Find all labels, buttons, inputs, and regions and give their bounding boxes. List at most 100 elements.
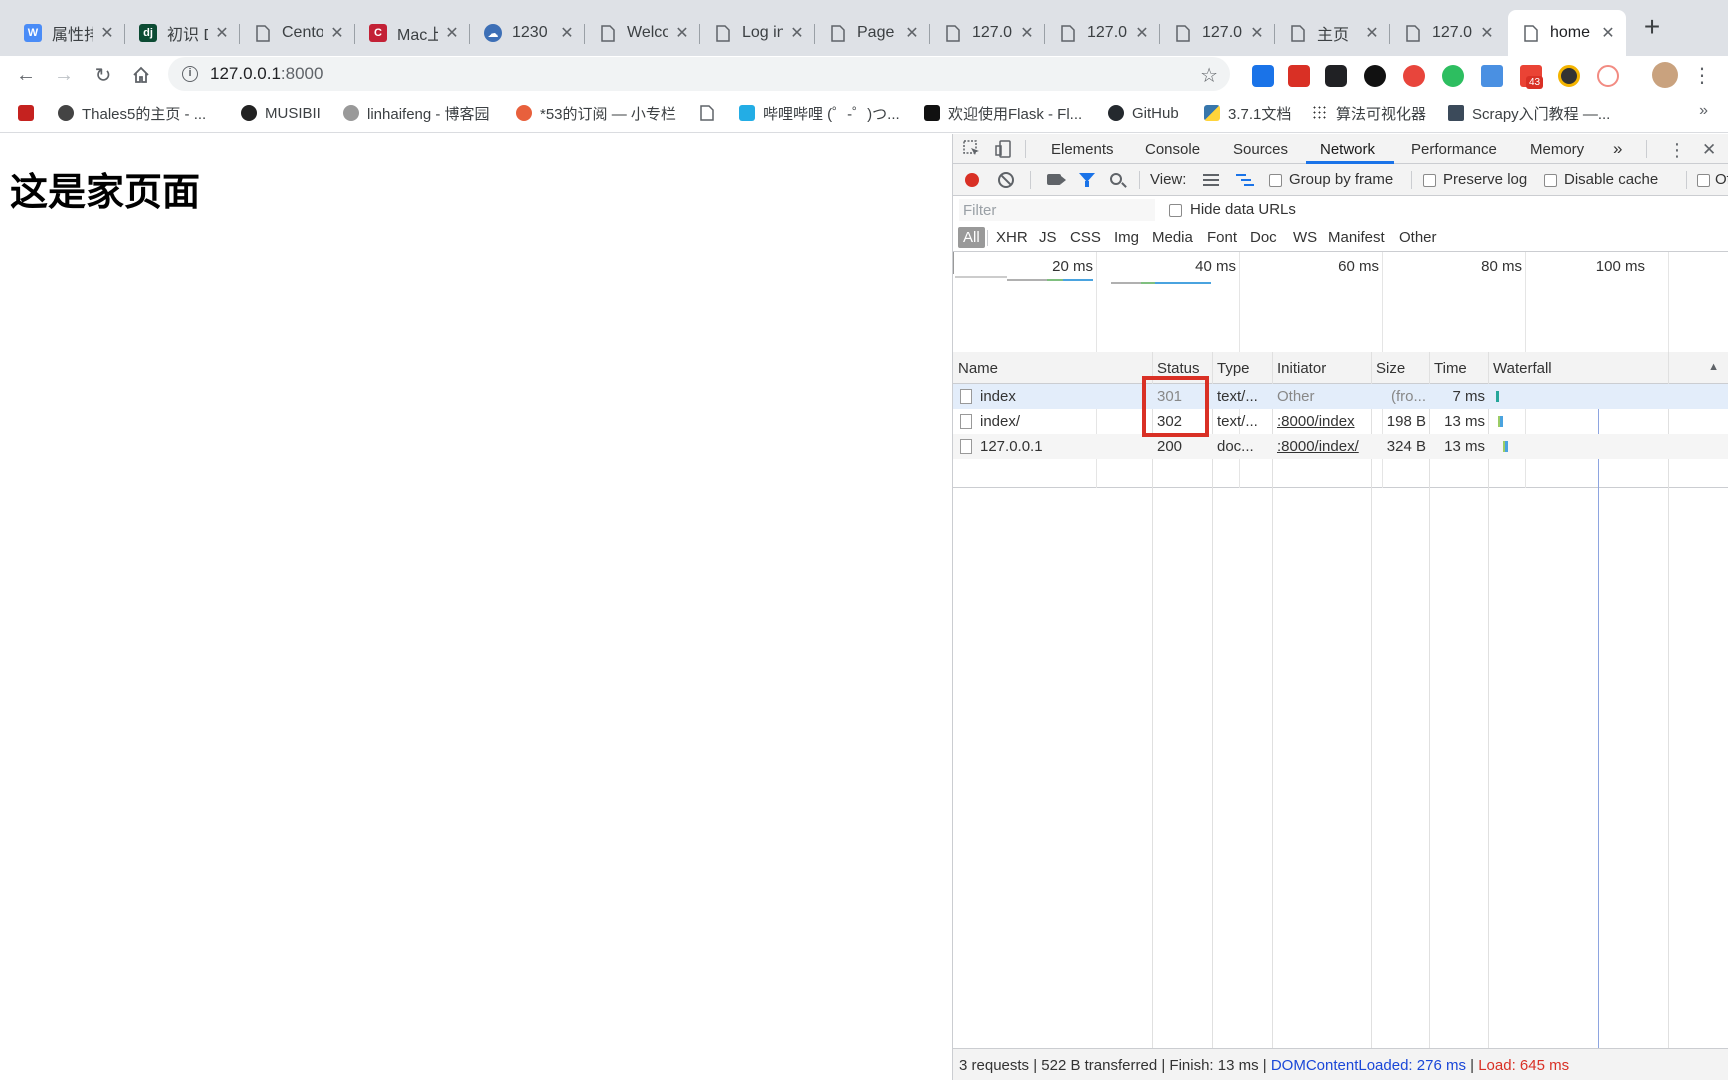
extension-shield-icon[interactable] xyxy=(1252,65,1274,87)
bookmark-item[interactable]: Scrapy入门教程 —... xyxy=(1448,102,1610,124)
group-by-frame-checkbox[interactable] xyxy=(1269,174,1282,187)
bookmark-item[interactable]: MUSIBII xyxy=(241,102,321,124)
table-row[interactable]: index/ 302 text/... :8000/index 198 B 13… xyxy=(953,409,1728,434)
devtools-tab-network[interactable]: Network xyxy=(1320,141,1375,158)
close-icon[interactable]: ✕ xyxy=(1019,23,1035,43)
close-icon[interactable]: ✕ xyxy=(1134,23,1150,43)
devtools-close-icon[interactable]: ✕ xyxy=(1702,140,1716,160)
bookmark-item[interactable]: 欢迎使用Flask - Fl... xyxy=(924,102,1082,124)
close-icon[interactable]: ✕ xyxy=(789,23,805,43)
bookmark-item[interactable]: GitHub xyxy=(1108,102,1179,124)
column-header-initiator[interactable]: Initiator xyxy=(1272,352,1371,384)
tab-0[interactable]: W 属性排 ✕ xyxy=(10,10,125,56)
filter-js[interactable]: JS xyxy=(1039,229,1057,246)
column-header-size[interactable]: Size xyxy=(1371,352,1429,384)
back-button[interactable]: ← xyxy=(12,61,40,89)
devtools-tab-elements[interactable]: Elements xyxy=(1051,141,1114,158)
search-icon[interactable] xyxy=(1110,173,1122,185)
bookmark-apps[interactable] xyxy=(18,102,42,124)
tab-7[interactable]: Page ✕ xyxy=(815,10,930,56)
close-icon[interactable]: ✕ xyxy=(329,23,345,43)
filter-input[interactable] xyxy=(959,199,1155,221)
close-icon[interactable]: ✕ xyxy=(559,23,575,43)
column-header-waterfall[interactable]: Waterfall ▲ xyxy=(1488,352,1728,384)
extension-circle-icon[interactable] xyxy=(1364,65,1386,87)
filter-xhr[interactable]: XHR xyxy=(996,229,1028,246)
close-icon[interactable]: ✕ xyxy=(1364,23,1380,43)
filter-doc[interactable]: Doc xyxy=(1250,229,1277,246)
devtools-more-tabs-button[interactable]: » xyxy=(1613,139,1622,159)
close-icon[interactable]: ✕ xyxy=(674,23,690,43)
request-initiator[interactable]: :8000/index/ xyxy=(1277,438,1369,455)
tab-8[interactable]: 127.0. ✕ xyxy=(930,10,1045,56)
avatar[interactable] xyxy=(1652,62,1678,88)
devtools-menu-icon[interactable]: ⋮ xyxy=(1668,140,1686,161)
clear-icon[interactable] xyxy=(998,172,1014,188)
request-initiator[interactable]: :8000/index xyxy=(1277,413,1369,430)
column-header-time[interactable]: Time xyxy=(1429,352,1488,384)
forward-button[interactable]: → xyxy=(50,61,78,89)
column-header-type[interactable]: Type xyxy=(1212,352,1272,384)
extension-dots-icon[interactable] xyxy=(1288,65,1310,87)
reload-button[interactable]: ↻ xyxy=(89,61,117,89)
bookmark-item[interactable]: 3.7.1文档 xyxy=(1204,102,1291,124)
filter-all[interactable]: All xyxy=(958,227,985,248)
bookmarks-overflow-button[interactable]: » xyxy=(1699,102,1708,120)
overview-icon[interactable] xyxy=(1236,174,1254,186)
extension-adblock-icon[interactable] xyxy=(1403,65,1425,87)
tab-13-active[interactable]: home ✕ xyxy=(1508,10,1626,56)
filter-other[interactable]: Other xyxy=(1399,229,1437,246)
inspect-element-icon[interactable] xyxy=(963,140,981,163)
devtools-tab-sources[interactable]: Sources xyxy=(1233,141,1288,158)
extension-cloud-icon[interactable] xyxy=(1597,65,1619,87)
capture-screenshots-icon[interactable] xyxy=(1047,174,1066,185)
sort-ascending-icon[interactable]: ▲ xyxy=(1708,361,1719,373)
tab-2[interactable]: Cento ✕ xyxy=(240,10,355,56)
menu-button[interactable]: ⋮ xyxy=(1688,61,1716,89)
devtools-tab-memory[interactable]: Memory xyxy=(1530,141,1584,158)
close-icon[interactable]: ✕ xyxy=(904,23,920,43)
tab-6[interactable]: Log in ✕ xyxy=(700,10,815,56)
close-icon[interactable]: ✕ xyxy=(99,23,115,43)
tab-11[interactable]: 主页 ✕ xyxy=(1275,10,1390,56)
extension-plane-icon[interactable] xyxy=(1481,65,1503,87)
bookmark-item[interactable]: linhaifeng - 博客园 xyxy=(343,102,490,124)
disable-cache-checkbox[interactable] xyxy=(1544,174,1557,187)
tab-1[interactable]: dj 初识 D ✕ xyxy=(125,10,240,56)
filter-img[interactable]: Img xyxy=(1114,229,1139,246)
new-tab-button[interactable]: + xyxy=(1638,13,1666,42)
close-icon[interactable]: ✕ xyxy=(1249,23,1265,43)
filter-icon[interactable] xyxy=(1079,173,1095,187)
offline-checkbox[interactable] xyxy=(1697,174,1710,187)
bookmark-star-icon[interactable]: ☆ xyxy=(1200,63,1218,88)
tab-9[interactable]: 127.0. ✕ xyxy=(1045,10,1160,56)
filter-font[interactable]: Font xyxy=(1207,229,1237,246)
info-icon[interactable]: i xyxy=(182,66,198,82)
table-row[interactable]: 127.0.0.1 200 doc... :8000/index/ 324 B … xyxy=(953,434,1728,459)
column-header-name[interactable]: Name xyxy=(953,352,1152,384)
devtools-tab-console[interactable]: Console xyxy=(1145,141,1200,158)
tab-5[interactable]: Welco ✕ xyxy=(585,10,700,56)
close-icon[interactable]: ✕ xyxy=(1600,23,1616,43)
record-icon[interactable] xyxy=(965,173,979,187)
devtools-tab-performance[interactable]: Performance xyxy=(1411,141,1497,158)
bookmark-item[interactable] xyxy=(700,102,724,124)
home-button[interactable] xyxy=(127,61,155,89)
bookmark-item[interactable]: 算法可视化器 xyxy=(1312,102,1426,124)
tab-4[interactable]: ☁ 1230 ✕ xyxy=(470,10,585,56)
device-toolbar-icon[interactable] xyxy=(995,140,1013,163)
extension-evernote-icon[interactable] xyxy=(1442,65,1464,87)
bookmark-item[interactable]: 哔哩哔哩 (゜-゜)つ... xyxy=(739,102,900,124)
filter-manifest[interactable]: Manifest xyxy=(1328,229,1385,246)
large-rows-icon[interactable] xyxy=(1203,174,1219,186)
tab-10[interactable]: 127.0. ✕ xyxy=(1160,10,1275,56)
hide-data-urls-checkbox[interactable] xyxy=(1169,204,1182,217)
tab-3[interactable]: C Mac上 ✕ xyxy=(355,10,470,56)
filter-css[interactable]: CSS xyxy=(1070,229,1101,246)
extension-glasses-icon[interactable] xyxy=(1325,65,1347,87)
address-bar[interactable]: i 127.0.0.1:8000 ☆ xyxy=(168,57,1230,91)
close-icon[interactable]: ✕ xyxy=(214,23,230,43)
extension-coin-icon[interactable] xyxy=(1558,65,1580,87)
filter-media[interactable]: Media xyxy=(1152,229,1193,246)
preserve-log-checkbox[interactable] xyxy=(1423,174,1436,187)
